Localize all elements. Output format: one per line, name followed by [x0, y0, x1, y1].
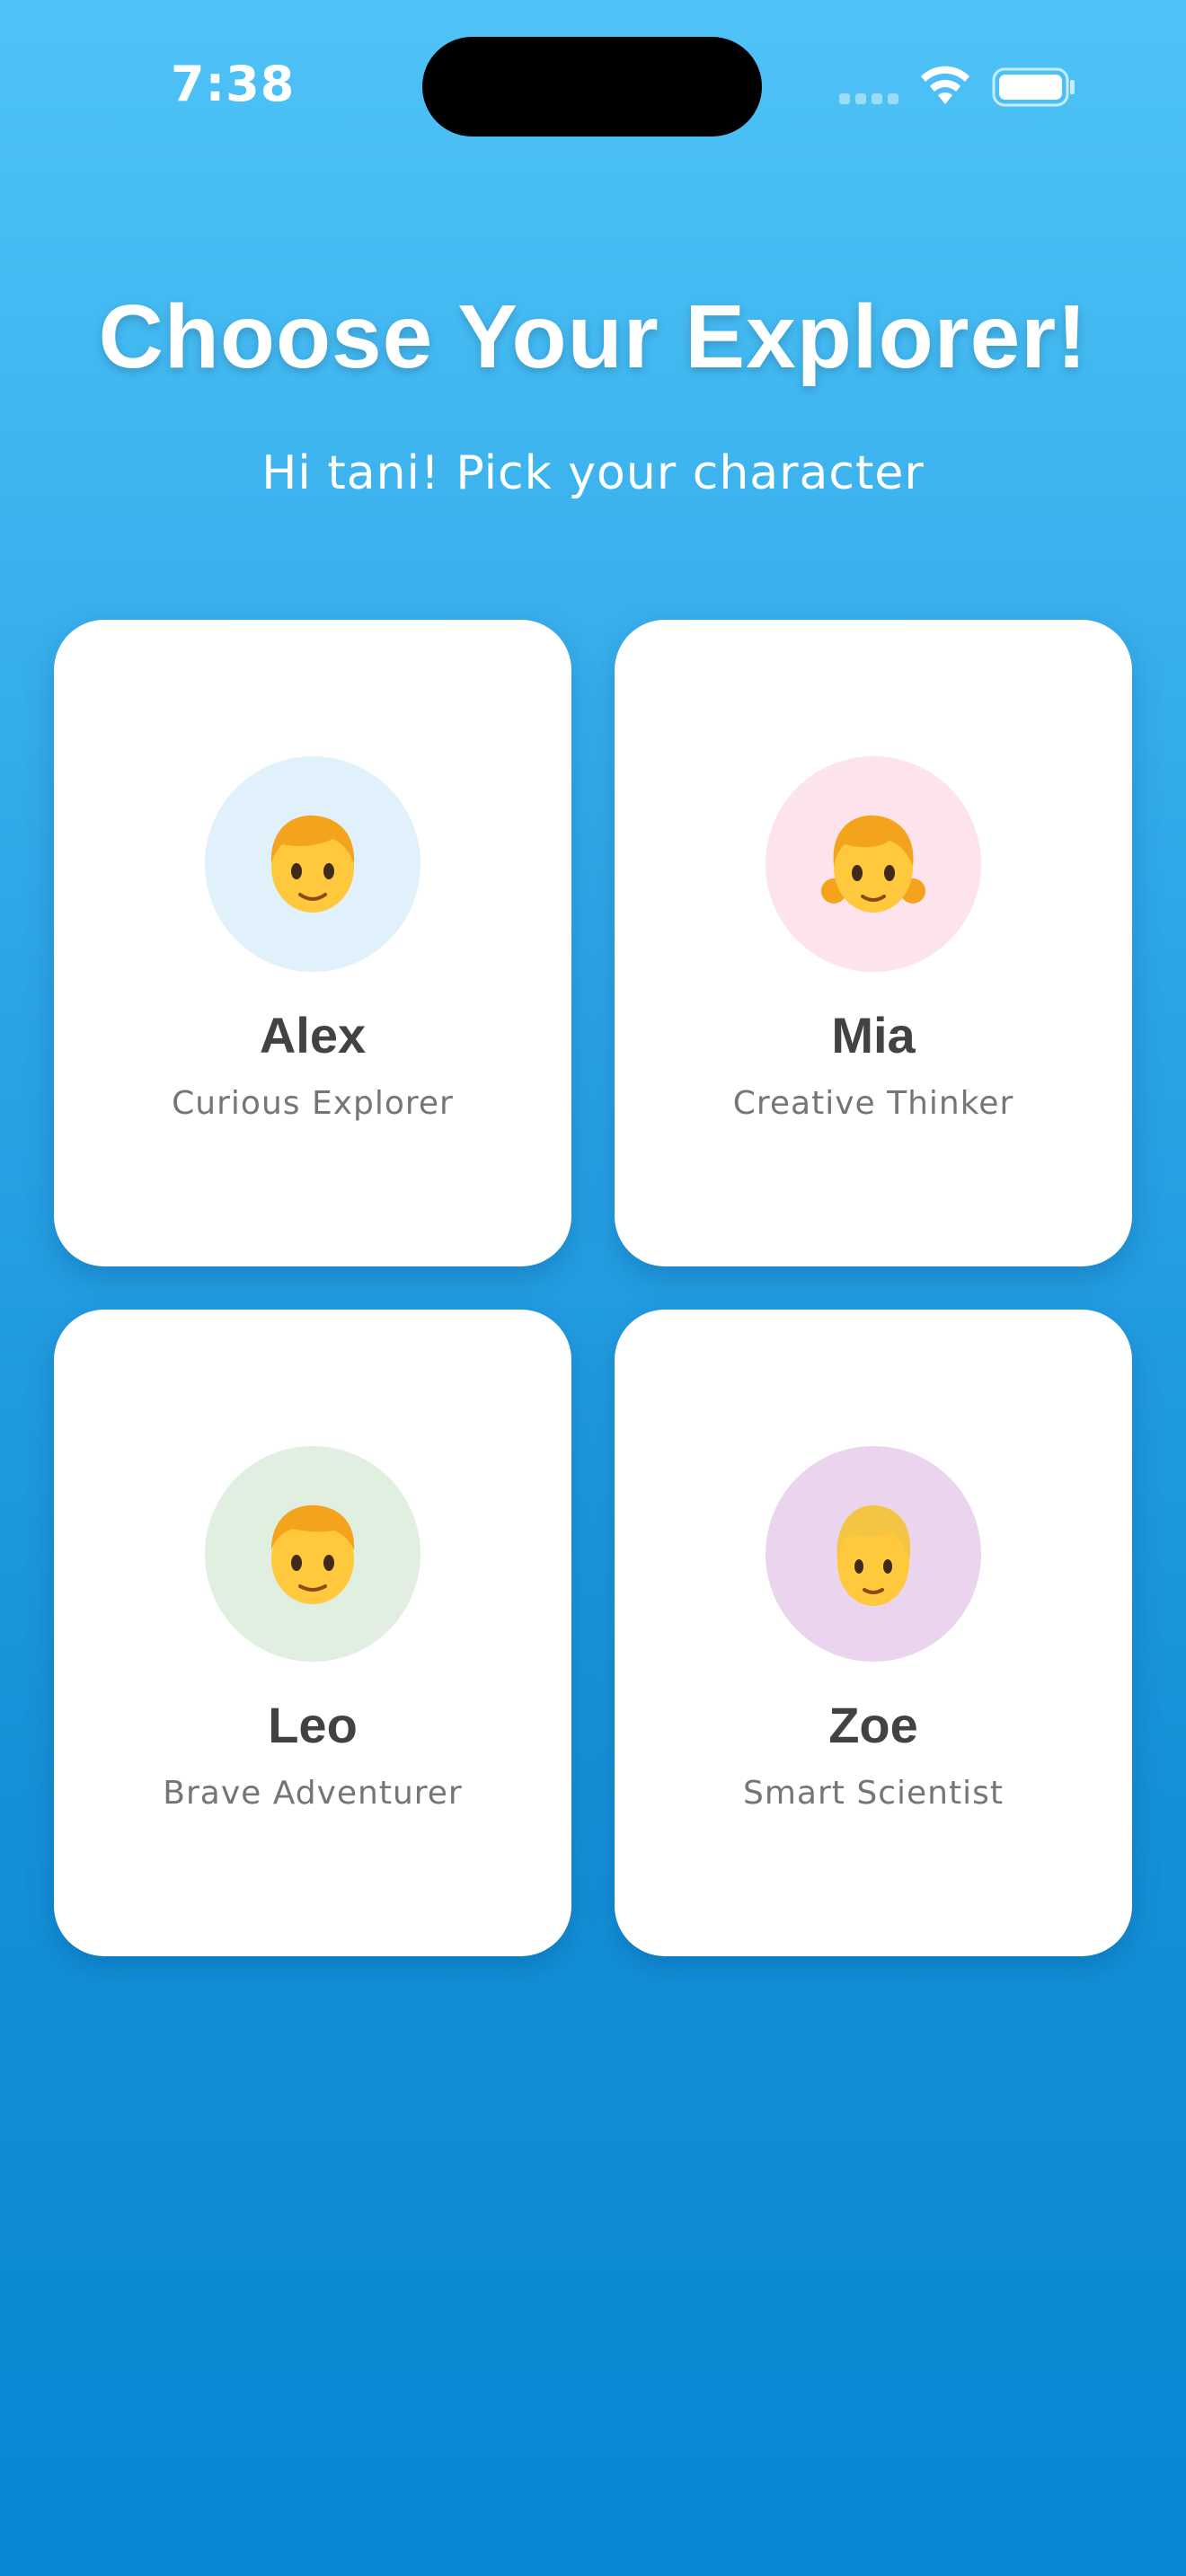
dynamic-island	[422, 37, 762, 137]
character-card-alex[interactable]: Alex Curious Explorer	[54, 620, 571, 1266]
page-subtitle: Hi tani! Pick your character	[261, 446, 925, 500]
status-time: 7:38	[171, 56, 296, 112]
blond-person-emoji-icon	[836, 1504, 911, 1606]
character-description: Creative Thinker	[732, 1085, 1014, 1122]
character-name: Alex	[259, 1007, 367, 1063]
boy-emoji-icon	[271, 1504, 355, 1604]
avatar	[766, 756, 981, 972]
character-card-zoe[interactable]: Zoe Smart Scientist	[615, 1310, 1132, 1956]
status-bar: 7:38	[0, 0, 1186, 180]
girl-emoji-icon	[821, 815, 925, 913]
character-name: Zoe	[828, 1697, 918, 1753]
avatar	[205, 756, 420, 972]
character-description: Curious Explorer	[172, 1085, 454, 1122]
battery-icon	[992, 67, 1075, 107]
child-emoji-icon	[270, 815, 355, 913]
page-title: Choose Your Explorer!	[98, 287, 1088, 387]
character-name: Leo	[268, 1697, 358, 1753]
character-description: Smart Scientist	[743, 1775, 1004, 1812]
avatar	[766, 1446, 981, 1662]
character-description: Brave Adventurer	[163, 1775, 463, 1812]
cellular-signal-icon	[839, 93, 898, 104]
wifi-icon	[921, 66, 969, 104]
character-card-mia[interactable]: Mia Creative Thinker	[615, 620, 1132, 1266]
character-name: Mia	[831, 1007, 916, 1063]
character-card-leo[interactable]: Leo Brave Adventurer	[54, 1310, 571, 1956]
avatar	[205, 1446, 420, 1662]
